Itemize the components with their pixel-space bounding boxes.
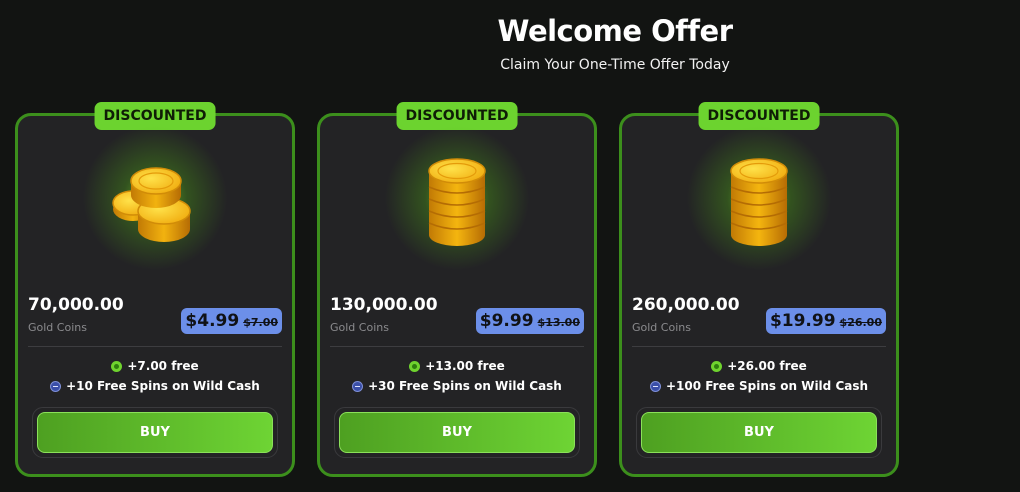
original-price: $13.00	[537, 316, 580, 329]
buy-button-frame: BUY	[636, 407, 882, 458]
coin-pile-icon	[112, 167, 191, 242]
coin-amount: 260,000.00	[632, 295, 740, 315]
original-price: $26.00	[839, 316, 882, 329]
coin-stack-icon	[730, 158, 788, 246]
coin-amount: 130,000.00	[330, 295, 438, 315]
original-price: $7.00	[243, 316, 278, 329]
buy-button[interactable]: BUY	[37, 412, 273, 453]
divider	[330, 346, 584, 347]
perk-sc-text: +7.00 free	[127, 359, 199, 373]
perk-sc-text: +13.00 free	[425, 359, 505, 373]
perk-sweeps-coins: +26.00 free	[622, 359, 896, 373]
current-price: $9.99	[479, 311, 534, 331]
coin-amount: 70,000.00	[28, 295, 124, 315]
page-title: Welcome Offer	[497, 14, 733, 48]
perk-spins-text: +10 Free Spins on Wild Cash	[66, 379, 260, 393]
current-price: $4.99	[185, 311, 240, 331]
offer-cards: DISCOUNTED 70,000.00 Gold Coins $4.99 $7…	[15, 102, 899, 477]
current-price: $19.99	[769, 311, 836, 331]
divider	[28, 346, 282, 347]
perk-free-spins: +30 Free Spins on Wild Cash	[320, 379, 594, 393]
page-subtitle: Claim Your One-Time Offer Today	[500, 57, 730, 73]
perk-sweeps-coins: +7.00 free	[18, 359, 292, 373]
sc-coin-icon	[111, 360, 123, 372]
offer-header: Welcome Offer Claim Your One-Time Offer …	[0, 14, 1020, 73]
perk-free-spins: +100 Free Spins on Wild Cash	[622, 379, 896, 393]
price-tag: $9.99 $13.00	[475, 308, 584, 334]
price-tag: $19.99 $26.00	[765, 308, 886, 334]
buy-button[interactable]: BUY	[641, 412, 877, 453]
offer-card: DISCOUNTED 70,000.00 Gold Coins $4.99 $7…	[15, 102, 295, 477]
perk-sweeps-coins: +13.00 free	[320, 359, 594, 373]
free-spins-icon	[352, 380, 364, 392]
coin-stack-icon	[428, 158, 486, 246]
perk-spins-text: +100 Free Spins on Wild Cash	[665, 379, 869, 393]
divider	[632, 346, 886, 347]
offer-card: DISCOUNTED 260,000.00 Gold Coins $19.99 …	[619, 102, 899, 477]
coin-amount-label: Gold Coins	[28, 321, 87, 334]
perk-free-spins: +10 Free Spins on Wild Cash	[18, 379, 292, 393]
buy-button-frame: BUY	[334, 407, 580, 458]
sc-coin-icon	[409, 360, 421, 372]
free-spins-icon	[50, 380, 62, 392]
price-tag: $4.99 $7.00	[181, 308, 282, 334]
offer-card: DISCOUNTED 130,000.00 Gold Coins $9.99 $…	[317, 102, 597, 477]
coin-amount-label: Gold Coins	[330, 321, 389, 334]
sc-coin-icon	[711, 360, 723, 372]
free-spins-icon	[649, 380, 661, 392]
perk-sc-text: +26.00 free	[727, 359, 807, 373]
coin-amount-label: Gold Coins	[632, 321, 691, 334]
perk-spins-text: +30 Free Spins on Wild Cash	[368, 379, 562, 393]
buy-button-frame: BUY	[32, 407, 278, 458]
buy-button[interactable]: BUY	[339, 412, 575, 453]
